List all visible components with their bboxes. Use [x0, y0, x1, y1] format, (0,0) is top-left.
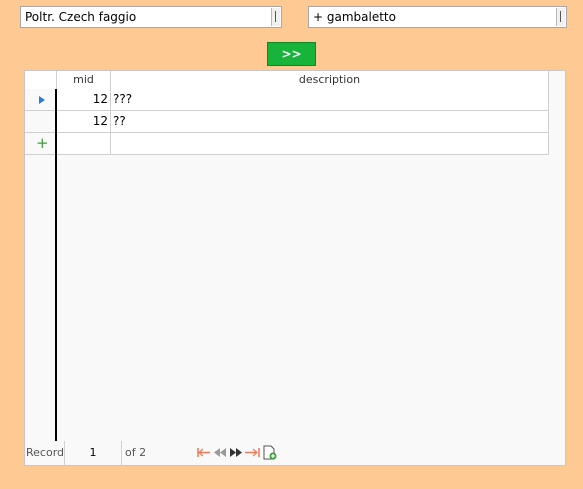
row-header[interactable] — [25, 111, 55, 133]
row-header-current[interactable] — [25, 89, 55, 111]
column-header-description[interactable]: description — [111, 71, 549, 90]
right-filter-value: + gambaletto — [313, 10, 396, 24]
current-record-field[interactable]: 1 — [65, 441, 122, 465]
first-record-icon[interactable] — [197, 447, 211, 458]
right-filter-dropdown-button[interactable] — [556, 8, 565, 26]
left-filter-value: Poltr. Czech faggio — [25, 10, 137, 24]
row-header-new[interactable]: + — [25, 133, 55, 155]
cell-description[interactable]: ?? — [111, 111, 549, 132]
new-cell-mid[interactable] — [57, 133, 111, 154]
last-record-icon[interactable] — [244, 447, 260, 458]
record-count-text: of 2 — [125, 446, 147, 459]
right-filter-select[interactable]: + gambaletto — [308, 6, 567, 28]
column-header-mid[interactable]: mid — [57, 71, 111, 90]
row-header-bar: + — [25, 89, 57, 441]
new-cell-description[interactable] — [111, 133, 549, 154]
data-grid: mid description + 12 ??? 12 ?? Record 1 … — [24, 70, 566, 466]
next-record-icon[interactable] — [229, 447, 243, 458]
cell-mid[interactable]: 12 — [57, 89, 111, 110]
new-row-plus-icon: + — [36, 134, 49, 152]
go-button[interactable]: >> — [267, 42, 316, 66]
left-filter-select[interactable]: Poltr. Czech faggio — [20, 6, 282, 28]
current-row-arrow-icon — [39, 96, 45, 104]
previous-record-icon[interactable] — [213, 447, 227, 458]
left-filter-dropdown-button[interactable] — [271, 8, 280, 26]
new-row[interactable] — [57, 133, 549, 155]
new-record-icon[interactable] — [263, 445, 277, 460]
record-navigation-bar: Record 1 of 2 — [25, 441, 277, 465]
table-row[interactable]: 12 ??? — [57, 89, 549, 111]
table-row[interactable]: 12 ?? — [57, 111, 549, 133]
cell-mid[interactable]: 12 — [57, 111, 111, 132]
record-label: Record — [25, 441, 65, 465]
grid-corner-header — [25, 71, 57, 90]
cell-description[interactable]: ??? — [111, 89, 549, 110]
